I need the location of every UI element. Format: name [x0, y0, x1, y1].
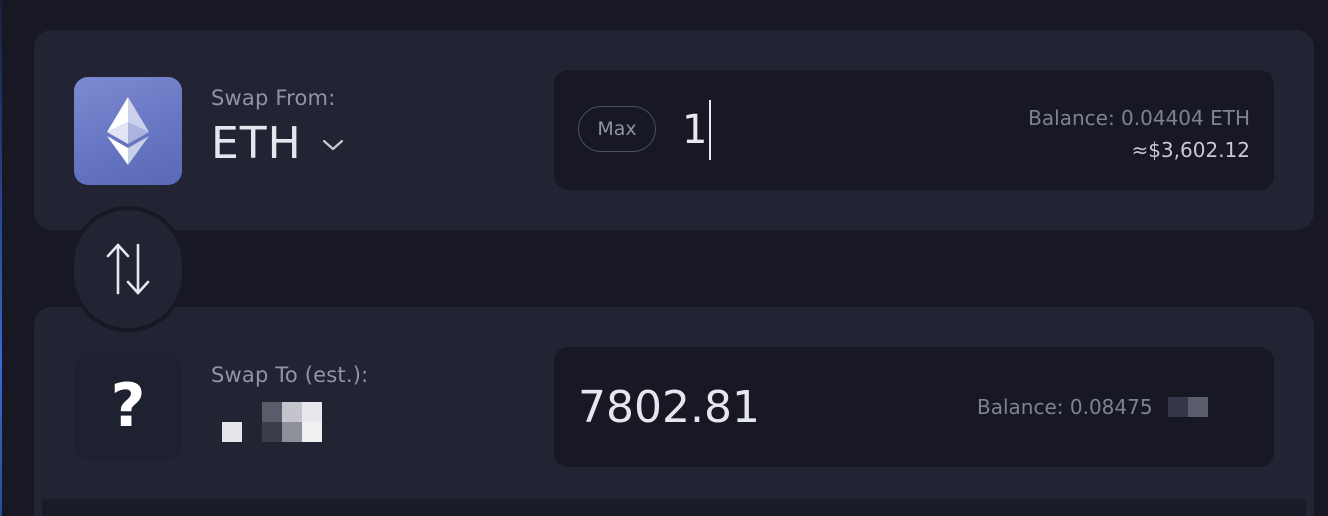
- from-token-selector[interactable]: ETH: [211, 118, 344, 169]
- ethereum-icon[interactable]: [74, 77, 182, 185]
- to-amount-value: 7802.81: [578, 381, 760, 433]
- swap-direction-button[interactable]: [70, 206, 186, 332]
- swap-from-label: Swap From:: [211, 86, 336, 110]
- from-amount-value: 1: [682, 107, 708, 153]
- swap-to-label: Swap To (est.):: [211, 363, 369, 387]
- from-amount-input[interactable]: 1: [682, 100, 712, 160]
- from-token-symbol: ETH: [211, 118, 302, 169]
- swap-widget: Swap From: ETH Max 1 Balance: 0.04404 ET…: [0, 0, 1328, 516]
- redacted-token-name[interactable]: [222, 402, 322, 442]
- from-balance-block: Balance: 0.04404 ETH ≈$3,602.12: [1028, 102, 1250, 166]
- from-usd-value: ≈$3,602.12: [1131, 138, 1250, 162]
- from-balance: Balance: 0.04404 ETH: [1028, 106, 1250, 130]
- to-amount-box: 7802.81 Balance: 0.08475: [554, 347, 1274, 467]
- max-button[interactable]: Max: [578, 106, 656, 152]
- text-caret: [709, 100, 712, 160]
- details-panel: [42, 499, 1306, 516]
- question-mark-icon[interactable]: ?: [74, 352, 182, 460]
- window-edge: [0, 0, 2, 516]
- chevron-down-icon[interactable]: [322, 137, 344, 156]
- redacted-token-symbol: [1167, 397, 1208, 417]
- from-amount-box: Max 1 Balance: 0.04404 ETH ≈$3,602.12: [554, 70, 1274, 190]
- to-balance: Balance: 0.08475: [977, 395, 1153, 419]
- to-balance-block: Balance: 0.08475: [977, 395, 1208, 419]
- unknown-token-glyph: ?: [110, 371, 146, 441]
- swap-arrows-icon: [106, 243, 150, 295]
